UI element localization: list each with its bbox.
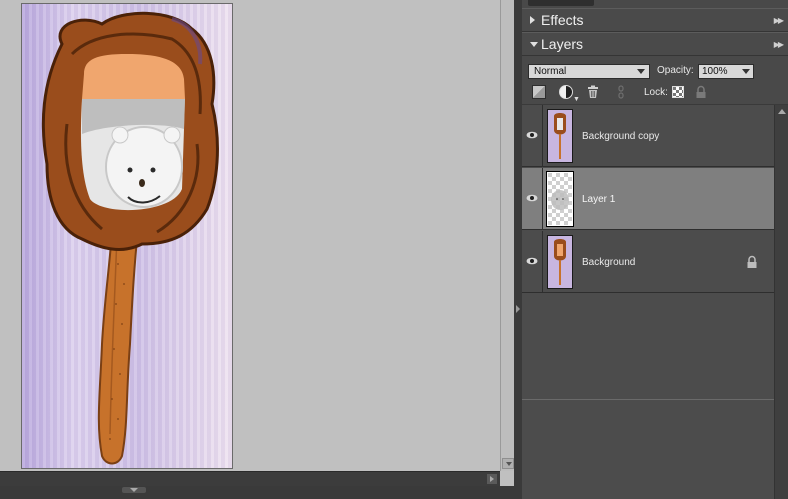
visibility-toggle[interactable] [522,168,543,229]
opacity-field[interactable]: 100% [698,64,754,79]
canvas-vertical-scrollbar[interactable] [500,0,515,471]
layer-name: Background [582,257,636,268]
layer-name: Layer 1 [582,194,616,205]
layer-row-layer-1[interactable]: Layer 1 [522,168,774,230]
lock-icon [747,255,757,268]
expand-triangle-icon[interactable] [530,16,535,24]
bottom-bin-strip [0,486,516,499]
scroll-down-icon[interactable] [502,458,514,469]
eye-icon[interactable] [526,257,538,265]
panel-bin: Effects ▶▶ Layers ▶▶ Normal Opacity: 100… [522,0,788,499]
layer-row-background[interactable]: Background [522,231,774,293]
trash-icon[interactable] [586,85,600,99]
collapse-triangle-icon[interactable] [530,42,538,47]
blend-mode-value: Normal [534,66,567,77]
panel-top-tab[interactable] [528,0,594,6]
layers-panel-header[interactable]: Layers ▶▶ [522,32,788,56]
layers-vertical-scrollbar[interactable] [774,105,788,499]
expand-panel-icon[interactable] [516,305,520,313]
effects-panel-title: Effects [541,12,584,28]
new-layer-icon[interactable] [532,85,546,99]
visibility-toggle[interactable] [522,231,543,292]
lock-transparent-icon[interactable] [672,86,684,98]
chevron-down-icon[interactable] [742,69,750,74]
panel-splitter[interactable] [514,0,522,499]
layers-list-divider [522,399,774,400]
document-canvas[interactable] [0,0,500,471]
layer-thumbnail[interactable] [546,171,574,227]
layer-thumbnail[interactable] [547,235,573,289]
lock-icon[interactable] [694,85,708,99]
scroll-right-icon[interactable] [487,474,497,484]
mirror-image-art [41,11,219,465]
document-image[interactable] [21,3,233,469]
panel-menu-icon[interactable]: ▶▶ [774,40,784,49]
eye-icon[interactable] [526,194,538,202]
collapse-bin-icon[interactable] [122,487,146,493]
scroll-up-icon[interactable] [778,109,786,114]
adjustment-menu-caret-icon[interactable]: ▼ [573,96,580,103]
layers-panel-title: Layers [541,36,584,52]
adjustment-layer-icon[interactable] [559,85,573,99]
layer-thumbnail[interactable] [547,109,573,163]
blend-mode-select[interactable]: Normal [528,64,650,79]
eye-icon[interactable] [526,131,538,139]
effects-panel-header[interactable]: Effects ▶▶ [522,8,788,32]
visibility-toggle[interactable] [522,105,543,166]
layers-list: Background copy Layer 1 Background [522,105,774,499]
layer-row-background-copy[interactable]: Background copy [522,105,774,167]
canvas-horizontal-scrollbar[interactable] [0,471,500,486]
opacity-label: Opacity: [657,65,694,76]
chevron-down-icon [637,69,645,74]
lock-label: Lock: [644,87,668,98]
panel-menu-icon[interactable]: ▶▶ [774,16,784,25]
link-icon[interactable] [614,85,628,99]
layer-name: Background copy [582,131,660,142]
opacity-value: 100% [702,66,728,77]
